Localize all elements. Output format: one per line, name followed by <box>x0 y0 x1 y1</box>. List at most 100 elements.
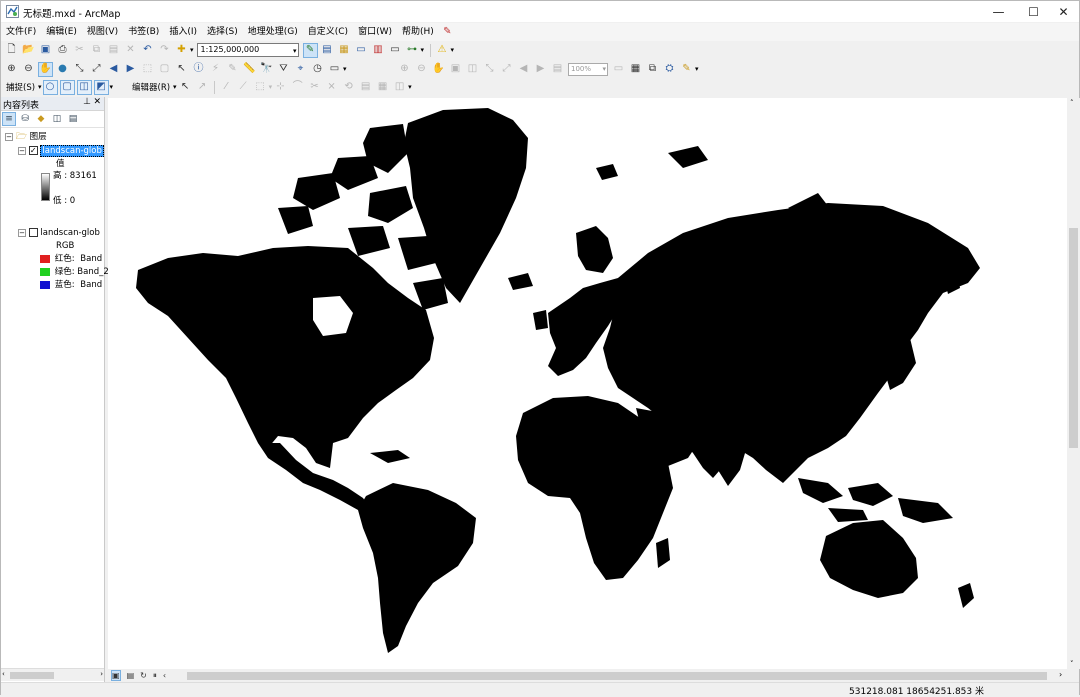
python-window-icon[interactable]: ▭ <box>388 43 403 58</box>
menu-customize[interactable]: 自定义(C) <box>303 23 353 41</box>
collapse-icon[interactable]: − <box>18 228 26 237</box>
draw-icon[interactable]: ✎ <box>679 62 694 77</box>
full-extent-icon[interactable]: ● <box>55 62 70 77</box>
menu-windows[interactable]: 窗口(W) <box>353 23 397 41</box>
cut-polygons-icon[interactable]: ✂ <box>307 80 322 95</box>
layer-name[interactable]: landscan-glob <box>40 145 104 157</box>
zoom-percent-combobox[interactable]: 100% ▾ <box>568 62 608 76</box>
trace-icon[interactable]: ⟋ <box>236 80 251 95</box>
data-driven-pages-icon[interactable]: ⛭ <box>662 62 677 77</box>
chevron-down-icon[interactable]: ▾ <box>269 83 273 91</box>
save-icon[interactable]: ▣ <box>38 43 53 58</box>
map-vertical-scrollbar[interactable]: ˄ ˅ <box>1067 98 1080 669</box>
chevron-down-icon[interactable]: ▾ <box>173 83 177 91</box>
scroll-up-icon[interactable]: ˄ <box>1070 99 1074 107</box>
toolbar-options-icon[interactable]: ▾ <box>343 62 349 76</box>
layout-zoom-in-icon[interactable]: ⊕ <box>397 62 412 77</box>
zoom-100-icon[interactable]: ◫ <box>465 62 480 77</box>
scroll-thumb[interactable] <box>10 672 54 679</box>
catalog-icon[interactable]: ▦ <box>337 43 352 58</box>
toolbar-options-icon[interactable]: ▾ <box>695 62 701 76</box>
map-scale-combobox[interactable]: 1:125,000,000 ▾ <box>196 43 299 57</box>
refresh-icon[interactable]: ↻ <box>140 671 147 680</box>
list-by-drawing-order-icon[interactable]: ≡ <box>2 112 16 126</box>
pan-icon[interactable]: ✋ <box>38 61 53 77</box>
list-by-source-icon[interactable]: ⛁ <box>18 112 32 126</box>
scroll-right-icon[interactable]: › <box>100 670 103 678</box>
create-viewer-window-icon[interactable]: ▭ <box>327 62 342 77</box>
list-by-selection-icon[interactable]: ◫ <box>50 112 64 126</box>
delete-icon[interactable]: ✕ <box>123 43 138 58</box>
scroll-thumb[interactable] <box>1069 228 1078 448</box>
scroll-right-icon[interactable]: › <box>1059 670 1062 679</box>
pin-icon[interactable]: ⊥ <box>83 97 91 107</box>
html-popup-icon[interactable]: ✎ <box>225 62 240 77</box>
zoom-in-icon[interactable]: ⊕ <box>4 62 19 77</box>
maximize-button[interactable]: ☐ <box>1017 1 1050 22</box>
map-horizontal-scrollbar[interactable] <box>181 671 1053 681</box>
measure-icon[interactable]: 📏 <box>242 62 257 77</box>
toggle-draft-icon[interactable]: ▤ <box>550 62 565 77</box>
arctoolbox-icon[interactable]: ▥ <box>371 43 386 58</box>
scroll-left-icon[interactable]: ‹ <box>163 671 166 680</box>
toolbar-options-icon[interactable]: ▾ <box>408 80 414 94</box>
identify-icon[interactable]: ⓘ <box>191 62 206 77</box>
attributes-icon[interactable]: ▤ <box>358 80 373 95</box>
split-tool-icon[interactable]: ⨯ <box>324 80 339 95</box>
layers-group-row[interactable]: − 🗁 图层 <box>5 132 47 143</box>
snapping-menu[interactable]: 捕捉(S) <box>3 81 38 93</box>
close-button[interactable]: ✕ <box>1047 1 1080 22</box>
menu-bookmarks[interactable]: 书签(B) <box>123 23 164 41</box>
layout-view-button[interactable]: ▤ <box>127 671 135 680</box>
list-by-visibility-icon[interactable]: ◆ <box>34 112 48 126</box>
edit-tool-icon[interactable]: ↖ <box>178 80 193 95</box>
layer-name[interactable]: landscan-glob <box>40 228 99 238</box>
end-snapping-icon[interactable]: ▢ <box>59 79 75 95</box>
data-view-button[interactable]: ▣ <box>111 670 121 681</box>
layout-forward-icon[interactable]: ▶ <box>533 62 548 77</box>
forward-extent-icon[interactable]: ▶ <box>123 62 138 77</box>
time-slider-icon[interactable]: ◷ <box>310 62 325 77</box>
open-folder-icon[interactable]: 📂 <box>21 43 36 58</box>
create-features-icon[interactable]: ◫ <box>392 80 407 95</box>
paste-icon[interactable]: ▤ <box>106 43 121 58</box>
zoom-whole-page-icon[interactable]: ▣ <box>448 62 463 77</box>
point-snapping-icon[interactable]: ○ <box>42 79 58 95</box>
fixed-zoom-out-icon[interactable]: ⤢ <box>89 62 104 77</box>
collapse-icon[interactable]: − <box>18 146 26 155</box>
chevron-down-icon[interactable]: ▾ <box>293 45 297 57</box>
clear-selection-icon[interactable]: ▢ <box>157 62 172 77</box>
map-display[interactable] <box>108 98 1067 669</box>
edge-snapping-icon[interactable]: ◩ <box>93 79 109 95</box>
add-data-icon[interactable]: ✚ <box>174 43 189 58</box>
copy-icon[interactable]: ⧉ <box>89 43 104 58</box>
undo-icon[interactable]: ↶ <box>140 43 155 58</box>
reshape-feature-icon[interactable]: ⌒ <box>290 80 305 95</box>
menu-selection[interactable]: 选择(S) <box>202 23 243 41</box>
chevron-down-icon[interactable]: ▾ <box>38 83 42 91</box>
back-extent-icon[interactable]: ◀ <box>106 62 121 77</box>
menu-view[interactable]: 视图(V) <box>82 23 123 41</box>
toolbar-options-icon[interactable]: ▾ <box>110 80 116 94</box>
layer-row[interactable]: − ✓ landscan-glob <box>18 145 104 157</box>
layer-visibility-checkbox[interactable]: ✓ <box>28 146 38 155</box>
data-view-icon[interactable]: ▭ <box>611 62 626 77</box>
layout-zoom-out-icon[interactable]: ⊖ <box>414 62 429 77</box>
options-icon[interactable]: ▤ <box>66 112 80 126</box>
modelbuilder-icon[interactable]: ⊶ <box>405 43 420 58</box>
scroll-thumb[interactable] <box>187 672 1047 680</box>
toolbar-options-icon[interactable]: ▾ <box>421 43 427 57</box>
collapse-icon[interactable]: − <box>5 132 13 141</box>
zoom-out-icon[interactable]: ⊖ <box>21 62 36 77</box>
layout-back-icon[interactable]: ◀ <box>516 62 531 77</box>
print-icon[interactable]: ⎙ <box>55 43 70 58</box>
layer-visibility-checkbox[interactable] <box>28 228 38 237</box>
select-elements-icon[interactable]: ↖ <box>174 62 189 77</box>
layout-fixed-zoom-in-icon[interactable]: ⤡ <box>482 62 497 77</box>
hyperlink-icon[interactable]: ⚡ <box>208 62 223 77</box>
add-data-dropdown-icon[interactable]: ▾ <box>190 46 194 54</box>
new-document-icon[interactable]: 🗋 <box>4 43 19 58</box>
menu-geoprocessing[interactable]: 地理处理(G) <box>243 23 303 41</box>
select-features-icon[interactable]: ⬚ <box>140 62 155 77</box>
layout-view-icon[interactable]: ▦ <box>628 62 643 77</box>
